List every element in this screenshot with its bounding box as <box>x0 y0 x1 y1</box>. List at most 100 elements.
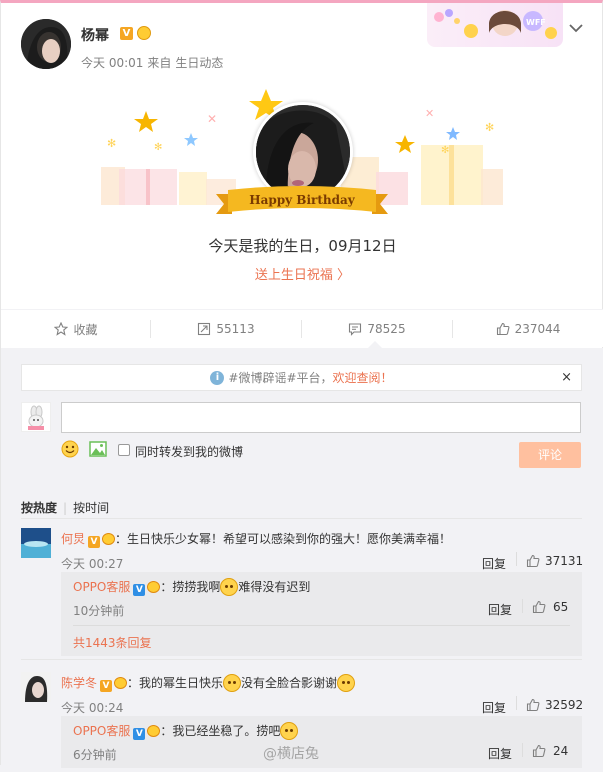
like-thumb-icon <box>526 698 540 712</box>
reply-like-button[interactable]: 24 <box>532 744 568 758</box>
emoji-icon[interactable] <box>61 440 79 458</box>
verified-v-icon: V <box>100 680 113 692</box>
author-name[interactable]: 杨幂 <box>81 25 109 45</box>
smiley-emoji-icon <box>280 722 299 740</box>
reply-content-a: ：捞捞我啊 <box>160 580 221 594</box>
comment-icon <box>349 323 362 336</box>
comment-like-count: 37131 <box>545 554 584 568</box>
send-birthday-wishes-link[interactable]: 送上生日祝福 〉 <box>1 264 603 283</box>
close-icon[interactable]: × <box>561 370 572 385</box>
favorite-button[interactable]: 收藏 <box>1 310 151 348</box>
member-crown-icon <box>137 26 151 40</box>
action-divider <box>522 599 523 613</box>
sort-by-time-tab[interactable]: 按时间 <box>73 501 109 515</box>
reply-time: 10分钟前 <box>73 604 125 618</box>
reply-text: OPPO客服 V ：捞捞我啊 难得没有迟到 <box>73 578 310 596</box>
author-avatar[interactable] <box>21 19 71 69</box>
reply-thread: OPPO客服 V ：我已经坐稳了。捞吧 6分钟前 回复 24 <box>61 716 582 768</box>
post-time[interactable]: 今天 00:01 <box>81 56 143 70</box>
info-icon: i <box>210 370 225 385</box>
comment-input[interactable] <box>61 402 581 433</box>
notice-link[interactable]: 欢迎查阅！ <box>333 369 393 386</box>
reply-like-button[interactable]: 65 <box>532 600 568 614</box>
reply-text: OPPO客服 V ：我已经坐稳了。捞吧 <box>73 722 299 740</box>
svg-text:✕: ✕ <box>207 112 217 126</box>
comments-panel: i #微博辟谣#平台， 欢迎查阅！ × 同时转发到我的微博 评论 按热度 | 按时间 <box>1 348 603 768</box>
commenter-name[interactable]: 何炅 <box>61 532 85 546</box>
comment-item: 何炅 V ：生日快乐少女幂！希望可以感染到你的强大！愿你美满幸福！ 今天 00:27… <box>21 528 583 658</box>
comment-like-button[interactable]: 32592 <box>526 698 583 712</box>
reply-author-name[interactable]: OPPO客服 <box>73 580 130 594</box>
comment-content-a: ：我的幂生日快乐 <box>127 676 224 690</box>
repost-icon <box>198 322 211 336</box>
weibo-post-card: 杨幂 V 今天 00:01 来自 生日动态 WFF ✕ ✕ ✻ ✻ ✻ ✻ Ha… <box>0 0 603 768</box>
picture-icon[interactable] <box>89 441 107 457</box>
comment-content-b: 没有全脸合影谢谢 <box>241 676 338 690</box>
rumor-notice-bar: i #微博辟谣#平台， 欢迎查阅！ × <box>21 364 582 391</box>
post-header: 杨幂 V 今天 00:01 来自 生日动态 WFF ✕ ✕ ✻ ✻ ✻ ✻ Ha… <box>1 3 603 303</box>
smiley-emoji-icon <box>220 578 239 596</box>
svg-text:✻: ✻ <box>107 137 116 150</box>
smiley-emoji-icon <box>223 674 242 692</box>
sort-divider-line <box>21 518 582 519</box>
watermark: @横店兔 <box>263 746 319 762</box>
reply-thread: OPPO客服 V ：捞捞我啊 难得没有迟到 10分钟前 回复 65 共1443条回复 <box>61 572 582 656</box>
reply-button[interactable]: 回复 <box>488 745 512 762</box>
verified-v-icon: V <box>133 728 146 740</box>
like-thumb-icon <box>496 322 510 336</box>
current-user-avatar <box>21 402 51 432</box>
comment-text: 陈学冬 V ：我的幂生日快乐 没有全脸合影谢谢 <box>61 674 356 692</box>
verified-v-icon: V <box>88 536 101 548</box>
comment-divider <box>21 659 582 660</box>
action-divider <box>516 696 517 710</box>
repost-button[interactable]: 55113 <box>151 310 301 348</box>
reply-button[interactable]: 回复 <box>482 699 506 716</box>
post-meta: 今天 00:01 来自 生日动态 <box>81 54 227 71</box>
repost-option-label[interactable]: 同时转发到我的微博 <box>135 443 243 460</box>
chevron-down-icon[interactable] <box>567 19 585 37</box>
like-count: 237044 <box>514 322 561 336</box>
reply-like-count: 24 <box>553 744 569 758</box>
comment-like-button[interactable]: 37131 <box>526 554 583 568</box>
sort-by-hot-tab[interactable]: 按热度 <box>21 501 57 515</box>
favorite-label: 收藏 <box>73 322 98 337</box>
post-action-bar: 收藏 55113 78525 237044 <box>1 309 603 347</box>
reply-content-b: 难得没有迟到 <box>238 580 311 594</box>
svg-text:✻: ✻ <box>441 145 449 156</box>
member-crown-icon <box>147 581 161 593</box>
reply-author-name[interactable]: OPPO客服 <box>73 724 130 738</box>
svg-text:✻: ✻ <box>485 121 494 134</box>
member-crown-icon <box>114 677 128 689</box>
smiley-emoji-icon <box>337 674 356 692</box>
comment-time: 今天 00:27 <box>61 557 124 571</box>
like-button[interactable]: 237044 <box>453 310 603 348</box>
svg-text:WFF: WFF <box>526 18 546 27</box>
reply-content-a: ：我已经坐稳了。捞吧 <box>160 724 281 738</box>
more-replies-link[interactable]: 共1443条回复 <box>73 634 152 651</box>
comment-count: 78525 <box>367 322 406 336</box>
active-tab-indicator <box>368 341 382 348</box>
comment-time: 今天 00:24 <box>61 701 124 715</box>
submit-comment-button[interactable]: 评论 <box>519 442 581 468</box>
commenter-avatar[interactable] <box>21 672 51 702</box>
svg-text:✕: ✕ <box>425 107 434 120</box>
reply-button[interactable]: 回复 <box>482 555 506 572</box>
comment-content: ：生日快乐少女幂！希望可以感染到你的强大！愿你美满幸福！ <box>115 532 452 546</box>
notice-text: #微博辟谣#平台， <box>228 371 333 385</box>
reply-button[interactable]: 回复 <box>488 601 512 618</box>
member-crown-icon <box>102 533 116 545</box>
commenter-name[interactable]: 陈学冬 <box>61 676 97 690</box>
reply-like-count: 65 <box>553 600 569 614</box>
action-divider <box>516 552 517 566</box>
commenter-avatar[interactable] <box>21 528 51 558</box>
sort-bar: 按热度 | 按时间 <box>21 499 109 516</box>
post-source[interactable]: 生日动态 <box>175 56 223 70</box>
reply-divider <box>73 625 570 626</box>
verified-v-icon: V <box>133 584 146 596</box>
repost-count: 55113 <box>216 322 255 336</box>
like-thumb-icon <box>532 600 546 614</box>
repost-checkbox[interactable] <box>118 444 130 456</box>
verified-v-icon: V <box>120 27 133 40</box>
comment-like-count: 32592 <box>545 698 584 712</box>
like-thumb-icon <box>526 554 540 568</box>
